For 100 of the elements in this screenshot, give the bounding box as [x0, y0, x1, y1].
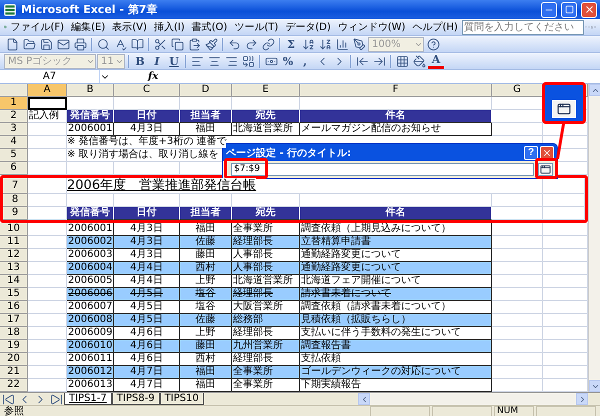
row-header[interactable]: 12 — [0, 249, 28, 262]
table-cell: 全事業所 — [232, 223, 300, 236]
table-cell: 2006006 — [67, 288, 114, 301]
row-header[interactable]: 19 — [0, 340, 28, 353]
row-header[interactable]: 10 — [0, 223, 28, 236]
help-search-field[interactable]: 質問を入力してください — [462, 20, 584, 34]
column-heading: 担当者 — [180, 110, 232, 123]
row-header[interactable]: 2 — [0, 110, 28, 123]
comma-button[interactable]: , — [297, 53, 313, 69]
table-cell: 4月3日 — [114, 236, 180, 249]
table-cell: 福田 — [180, 123, 232, 136]
row-header[interactable]: 21 — [0, 366, 28, 379]
table-cell: 4月5日 — [114, 288, 180, 301]
column-heading: 発信番号 — [67, 110, 114, 123]
percent-button[interactable]: % — [280, 53, 296, 69]
column-heading: 発信番号 — [67, 207, 114, 220]
column-heading: 宛先 — [232, 207, 300, 220]
row-header[interactable]: 13 — [0, 262, 28, 275]
row-header[interactable]: 16 — [0, 301, 28, 314]
table-cell: 北海道営業所 — [232, 275, 300, 288]
table-cell: 塩谷 — [180, 301, 232, 314]
status-text: 参照 — [4, 406, 25, 416]
table-cell: 2006012 — [67, 366, 114, 379]
table-cell: 佐藤 — [180, 236, 232, 249]
window-title: Microsoft Excel - 第7章 — [21, 2, 158, 17]
sheet-tab[interactable]: TIPS1-7 — [64, 393, 112, 405]
menu-item[interactable]: 書式(O) — [188, 20, 230, 34]
menu-item[interactable]: 表示(V) — [109, 20, 150, 34]
table-cell: 2006008 — [67, 314, 114, 327]
table-cell: 調査依頼（上期見込みについて） — [300, 223, 492, 236]
table-cell: 西村 — [180, 262, 232, 275]
table-cell: 2006010 — [67, 340, 114, 353]
row-header[interactable]: 6 — [0, 162, 28, 175]
sheet-tab[interactable]: TIPS10 — [160, 393, 204, 405]
column-header[interactable]: C — [114, 84, 180, 97]
underline-button[interactable]: U — [166, 53, 182, 69]
column-heading: 件名 — [300, 110, 492, 123]
column-header[interactable]: G — [492, 84, 543, 97]
table-cell: 総務部 — [232, 314, 300, 327]
function-label: fx — [148, 71, 158, 82]
menu-item[interactable]: データ(D) — [282, 20, 334, 34]
row-header[interactable]: 18 — [0, 327, 28, 340]
column-heading: 日付 — [114, 110, 180, 123]
row-header[interactable]: 3 — [0, 123, 28, 136]
row-header[interactable]: 15 — [0, 288, 28, 301]
italic-button[interactable]: I — [149, 53, 165, 69]
row-header[interactable]: 22 — [0, 379, 28, 392]
column-header[interactable]: A — [28, 84, 67, 97]
row-header[interactable]: 7 — [3, 178, 28, 194]
column-header[interactable]: F — [300, 84, 492, 97]
table-cell: 支払依頼 — [300, 353, 492, 366]
row-header[interactable]: 8 — [3, 194, 28, 207]
table-cell: 2006011 — [67, 353, 114, 366]
row-header[interactable]: 17 — [0, 314, 28, 327]
column-header[interactable]: B — [67, 84, 114, 97]
column-header[interactable]: E — [232, 84, 300, 97]
bold-button[interactable]: B — [132, 53, 148, 69]
table-cell: 2006013 — [67, 379, 114, 392]
table-cell: 藤田 — [180, 249, 232, 262]
table-cell: 4月6日 — [114, 340, 180, 353]
row-header[interactable]: 11 — [0, 236, 28, 249]
table-cell: 調査報告書 — [300, 340, 492, 353]
table-cell: 佐藤 — [180, 314, 232, 327]
table-cell: 人事部長 — [232, 249, 300, 262]
autosum-button[interactable]: Σ — [283, 36, 299, 52]
table-cell: 2006001 — [67, 123, 114, 136]
menu-item[interactable]: ツール(T) — [231, 20, 282, 34]
rows-input-field[interactable]: $7:$9 — [231, 162, 534, 176]
table-cell: 大阪営業所 — [232, 301, 300, 314]
sheet-tab[interactable]: TIPS8-9 — [112, 393, 160, 405]
row-header[interactable]: 5 — [0, 149, 28, 162]
table-cell: 2006005 — [67, 275, 114, 288]
menu-item[interactable]: ヘルプ(H) — [409, 20, 461, 34]
column-header[interactable]: D — [180, 84, 232, 97]
menu-item[interactable]: ウィンドウ(W) — [334, 20, 408, 34]
table-cell: 経理部長 — [232, 327, 300, 340]
table-cell: 福田 — [180, 379, 232, 392]
table-cell: 請求書未着について — [300, 288, 492, 301]
row-header[interactable]: 14 — [0, 275, 28, 288]
menu-item[interactable]: 挿入(I) — [150, 20, 188, 34]
row-header[interactable]: 20 — [0, 353, 28, 366]
table-cell: 全事業所 — [232, 366, 300, 379]
sheet-title: 2006年度 営業推進部発信台帳 — [67, 178, 256, 193]
table-cell: 4月3日 — [114, 249, 180, 262]
column-heading: 担当者 — [180, 207, 232, 220]
table-cell: 4月7日 — [114, 379, 180, 392]
table-cell: 2006002 — [67, 236, 114, 249]
table-cell: 4月6日 — [114, 327, 180, 340]
table-cell: 立替精算申請書 — [300, 236, 492, 249]
row-header[interactable]: 1 — [0, 97, 28, 110]
table-cell: 支払いに伴う手数料の発生について — [300, 327, 492, 340]
menu-item[interactable]: ファイル(F) — [8, 20, 68, 34]
column-heading: 日付 — [114, 207, 180, 220]
menu-item[interactable]: 編集(E) — [68, 20, 108, 34]
name-box[interactable]: A7 — [0, 70, 100, 83]
table-cell: 経理部長 — [232, 353, 300, 366]
column-heading: 件名 — [300, 207, 492, 220]
row-header[interactable]: 4 — [0, 136, 28, 149]
row-header[interactable]: 9 — [3, 207, 28, 220]
help-button[interactable]: ? — [524, 146, 538, 160]
